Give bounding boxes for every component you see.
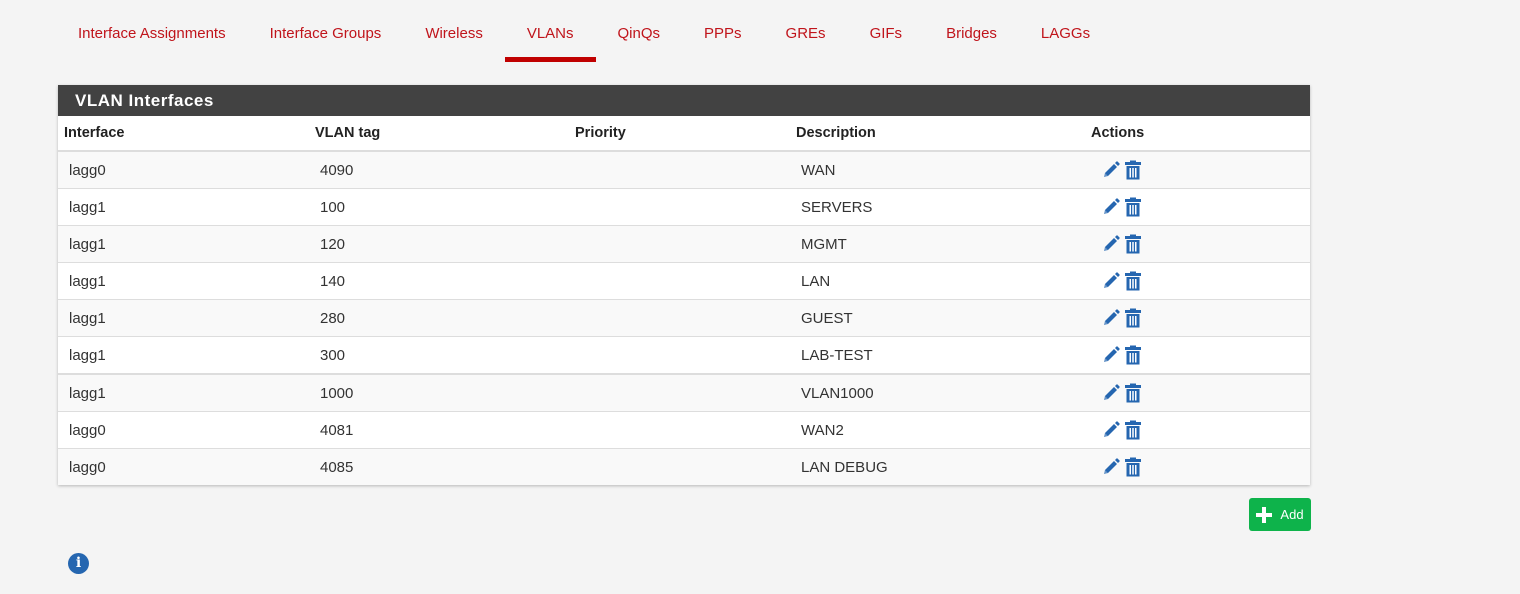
tab-bridges[interactable]: Bridges xyxy=(924,0,1019,62)
cell-actions xyxy=(1085,262,1310,300)
pencil-icon[interactable] xyxy=(1101,271,1121,291)
tab-interface-assignments[interactable]: Interface Assignments xyxy=(58,0,248,62)
panel-title: VLAN Interfaces xyxy=(58,85,1310,116)
cell-priority xyxy=(569,373,790,412)
tab-gres[interactable]: GREs xyxy=(764,0,848,62)
vlan-interfaces-panel: VLAN Interfaces Interface VLAN tag Prior… xyxy=(58,85,1310,485)
table-row: lagg0 4090 WAN xyxy=(58,150,1310,189)
cell-interface: lagg0 xyxy=(58,411,309,449)
column-header-vlan-tag[interactable]: VLAN tag xyxy=(309,116,569,152)
trash-icon[interactable] xyxy=(1123,383,1143,403)
trash-icon[interactable] xyxy=(1123,308,1143,328)
cell-interface: lagg1 xyxy=(58,336,309,374)
cell-interface: lagg1 xyxy=(58,188,309,226)
add-button[interactable]: Add xyxy=(1249,498,1311,531)
cell-priority xyxy=(569,188,790,226)
cell-vlan-tag: 4085 xyxy=(309,448,569,485)
cell-priority xyxy=(569,336,790,374)
table-row: lagg1 140 LAN xyxy=(58,262,1310,300)
pencil-icon[interactable] xyxy=(1101,345,1121,365)
table-row: lagg0 4085 LAN DEBUG xyxy=(58,448,1310,485)
pencil-icon[interactable] xyxy=(1101,160,1121,180)
tab-ppps[interactable]: PPPs xyxy=(682,0,764,62)
vlan-table: Interface VLAN tag Priority Description … xyxy=(58,116,1310,485)
pencil-icon[interactable] xyxy=(1101,457,1121,477)
cell-interface: lagg1 xyxy=(58,373,309,412)
cell-vlan-tag: 120 xyxy=(309,225,569,263)
trash-icon[interactable] xyxy=(1123,271,1143,291)
tab-qinqs[interactable]: QinQs xyxy=(596,0,683,62)
cell-actions xyxy=(1085,225,1310,263)
cell-interface: lagg1 xyxy=(58,262,309,300)
column-header-description[interactable]: Description xyxy=(790,116,1085,152)
cell-priority xyxy=(569,262,790,300)
cell-priority xyxy=(569,225,790,263)
cell-description: LAB-TEST xyxy=(790,336,1085,374)
trash-icon[interactable] xyxy=(1123,345,1143,365)
cell-vlan-tag: 4081 xyxy=(309,411,569,449)
table-row: lagg1 1000 VLAN1000 xyxy=(58,373,1310,412)
table-row: lagg1 300 LAB-TEST xyxy=(58,336,1310,374)
column-header-actions: Actions xyxy=(1085,116,1310,152)
cell-vlan-tag: 1000 xyxy=(309,373,569,412)
tab-interface-groups[interactable]: Interface Groups xyxy=(248,0,404,62)
cell-description: SERVERS xyxy=(790,188,1085,226)
tab-wireless[interactable]: Wireless xyxy=(403,0,505,62)
cell-actions xyxy=(1085,150,1310,189)
cell-vlan-tag: 4090 xyxy=(309,150,569,189)
cell-actions xyxy=(1085,411,1310,449)
cell-vlan-tag: 300 xyxy=(309,336,569,374)
cell-description: LAN xyxy=(790,262,1085,300)
cell-description: VLAN1000 xyxy=(790,373,1085,412)
cell-interface: lagg1 xyxy=(58,225,309,263)
cell-priority xyxy=(569,299,790,337)
pencil-icon[interactable] xyxy=(1101,420,1121,440)
table-row: lagg0 4081 WAN2 xyxy=(58,411,1310,449)
trash-icon[interactable] xyxy=(1123,197,1143,217)
cell-priority xyxy=(569,150,790,189)
add-button-label: Add xyxy=(1280,507,1304,522)
cell-actions xyxy=(1085,299,1310,337)
table-header-row: Interface VLAN tag Priority Description … xyxy=(58,116,1310,152)
cell-description: MGMT xyxy=(790,225,1085,263)
table-row: lagg1 280 GUEST xyxy=(58,299,1310,337)
cell-actions xyxy=(1085,188,1310,226)
trash-icon[interactable] xyxy=(1123,457,1143,477)
cell-description: LAN DEBUG xyxy=(790,448,1085,485)
tab-laggs[interactable]: LAGGs xyxy=(1019,0,1112,62)
cell-interface: lagg1 xyxy=(58,299,309,337)
column-header-interface[interactable]: Interface xyxy=(58,116,309,152)
pencil-icon[interactable] xyxy=(1101,308,1121,328)
plus-icon xyxy=(1256,506,1273,523)
tab-bar: Interface Assignments Interface Groups W… xyxy=(58,0,1112,62)
cell-vlan-tag: 140 xyxy=(309,262,569,300)
cell-priority xyxy=(569,411,790,449)
column-header-priority[interactable]: Priority xyxy=(569,116,790,152)
tab-vlans[interactable]: VLANs xyxy=(504,0,596,62)
cell-interface: lagg0 xyxy=(58,448,309,485)
cell-vlan-tag: 280 xyxy=(309,299,569,337)
trash-icon[interactable] xyxy=(1123,160,1143,180)
pencil-icon[interactable] xyxy=(1101,234,1121,254)
info-icon[interactable]: i xyxy=(68,553,89,574)
cell-interface: lagg0 xyxy=(58,150,309,189)
trash-icon[interactable] xyxy=(1123,234,1143,254)
cell-actions xyxy=(1085,373,1310,412)
cell-actions xyxy=(1085,336,1310,374)
cell-description: GUEST xyxy=(790,299,1085,337)
table-row: lagg1 100 SERVERS xyxy=(58,188,1310,226)
cell-description: WAN2 xyxy=(790,411,1085,449)
cell-description: WAN xyxy=(790,150,1085,189)
pencil-icon[interactable] xyxy=(1101,197,1121,217)
tab-gifs[interactable]: GIFs xyxy=(848,0,925,62)
pencil-icon[interactable] xyxy=(1101,383,1121,403)
cell-priority xyxy=(569,448,790,485)
trash-icon[interactable] xyxy=(1123,420,1143,440)
cell-vlan-tag: 100 xyxy=(309,188,569,226)
cell-actions xyxy=(1085,448,1310,485)
table-row: lagg1 120 MGMT xyxy=(58,225,1310,263)
